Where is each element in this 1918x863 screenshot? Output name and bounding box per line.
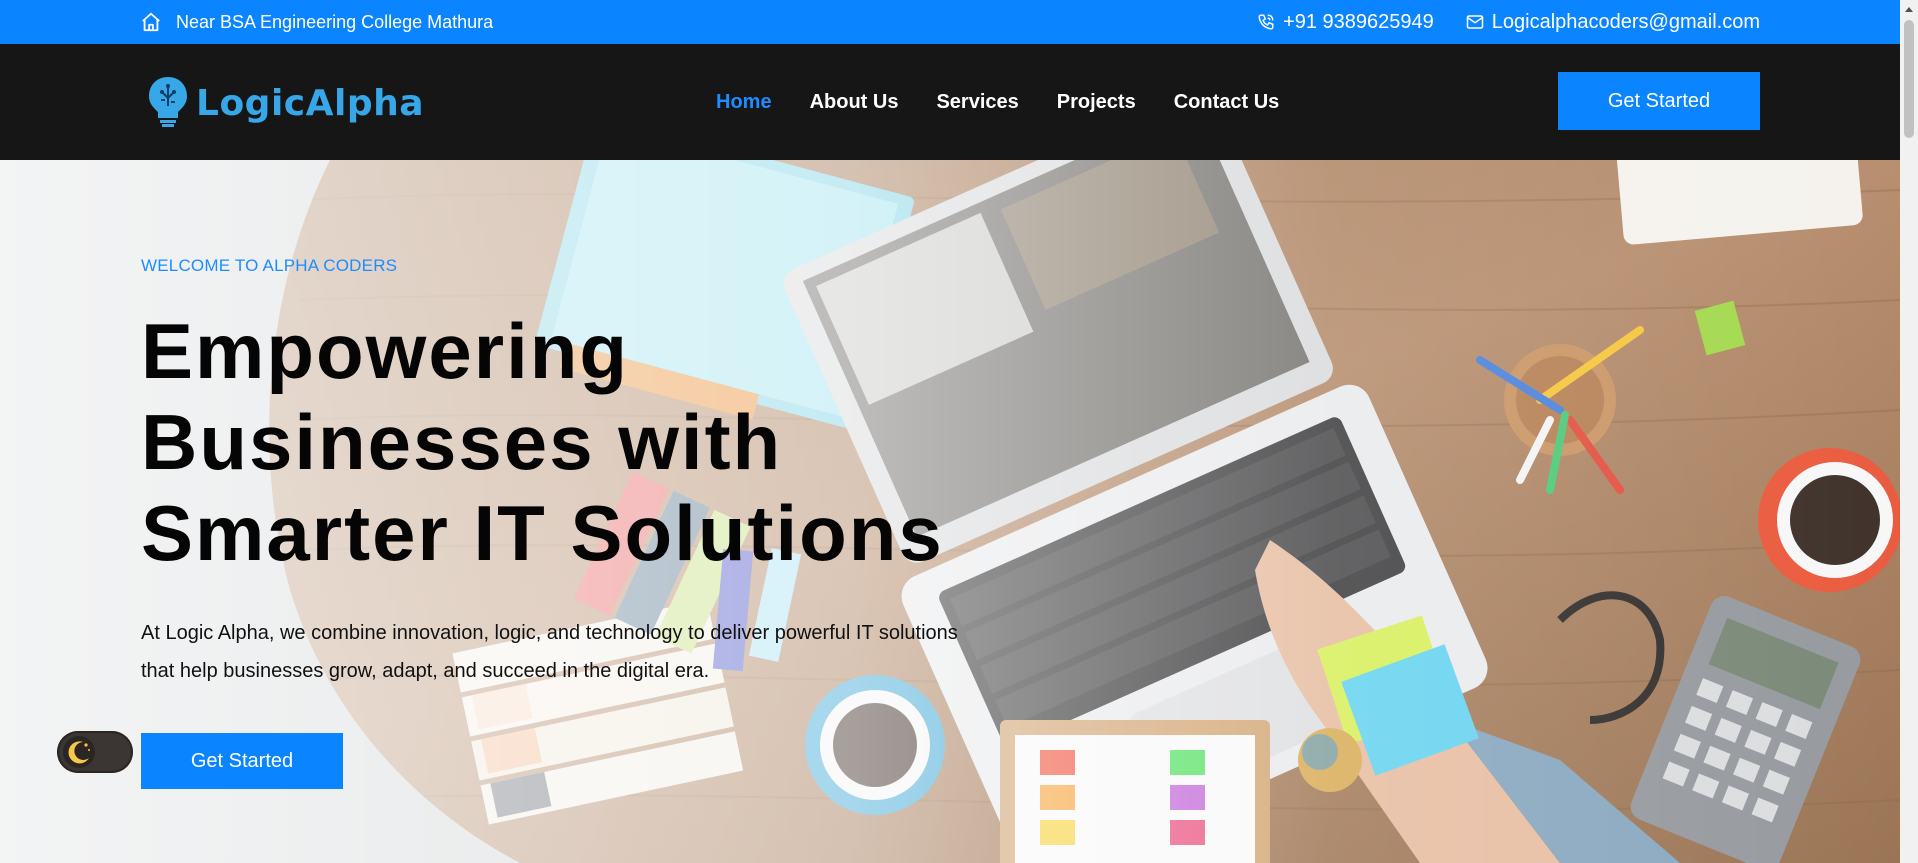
moon-icon bbox=[63, 736, 95, 768]
contact-info: +91 9389625949 Logicalphacoders@gmail.co… bbox=[1257, 0, 1760, 44]
phone-text: +91 9389625949 bbox=[1283, 10, 1434, 33]
get-started-nav-button[interactable]: Get Started bbox=[1558, 72, 1760, 130]
top-info-bar: Near BSA Engineering College Mathura +91… bbox=[0, 0, 1900, 44]
hero-eyebrow: WELCOME TO ALPHA CODERS bbox=[141, 256, 398, 275]
logo-text: LogicAlpha bbox=[196, 83, 425, 124]
scrollbar-thumb[interactable] bbox=[1904, 20, 1914, 138]
nav-projects[interactable]: Projects bbox=[1057, 91, 1136, 114]
nav-contact-us[interactable]: Contact Us bbox=[1174, 91, 1280, 114]
get-started-hero-button[interactable]: Get Started bbox=[141, 733, 343, 789]
scroll-up-arrow-icon[interactable] bbox=[1900, 0, 1918, 18]
main-navbar: LogicAlpha Home About Us Services Projec… bbox=[0, 44, 1900, 160]
phone-icon bbox=[1257, 13, 1275, 31]
lightbulb-head-icon bbox=[146, 74, 190, 133]
primary-nav: Home About Us Services Projects Contact … bbox=[716, 44, 1279, 160]
email-contact[interactable]: Logicalphacoders@gmail.com bbox=[1466, 11, 1760, 34]
hero-headline: Empowering Businesses with Smarter IT So… bbox=[141, 306, 944, 579]
page-scrollbar[interactable] bbox=[1900, 0, 1918, 863]
theme-toggle[interactable] bbox=[57, 731, 133, 773]
home-icon bbox=[140, 11, 162, 33]
email-text: Logicalphacoders@gmail.com bbox=[1491, 10, 1760, 33]
hero-section: WELCOME TO ALPHA CODERS Empowering Busin… bbox=[0, 160, 1900, 863]
nav-services[interactable]: Services bbox=[936, 91, 1018, 114]
hero-description: At Logic Alpha, we combine innovation, l… bbox=[141, 622, 958, 682]
headline-line-3: Smarter IT Solutions bbox=[141, 489, 944, 577]
address-text: Near BSA Engineering College Mathura bbox=[176, 11, 494, 32]
phone-contact[interactable]: +91 9389625949 bbox=[1257, 11, 1434, 34]
nav-about-us[interactable]: About Us bbox=[810, 91, 899, 114]
address-info: Near BSA Engineering College Mathura bbox=[140, 0, 493, 44]
mail-icon bbox=[1466, 14, 1484, 30]
logo[interactable]: LogicAlpha bbox=[146, 74, 424, 133]
nav-home[interactable]: Home bbox=[716, 91, 772, 114]
headline-line-1: Empowering bbox=[141, 307, 630, 395]
headline-line-2: Businesses with bbox=[141, 398, 783, 486]
